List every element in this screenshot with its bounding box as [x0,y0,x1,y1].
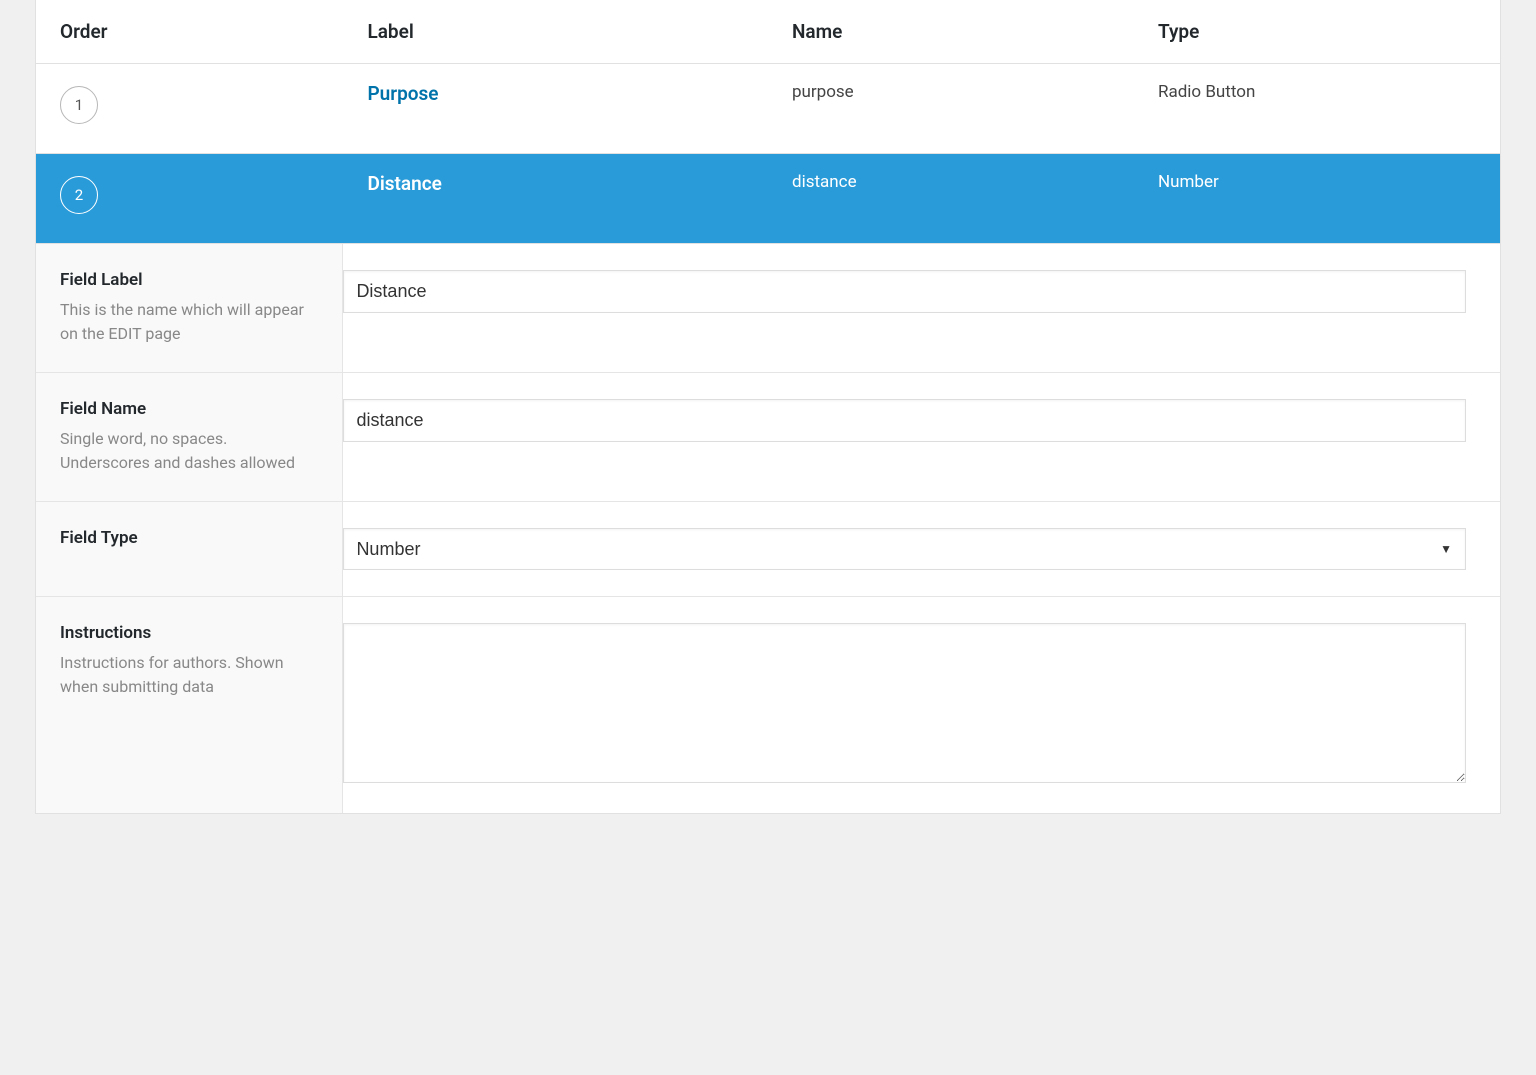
header-name: Name [768,0,1134,63]
header-order: Order [36,0,343,63]
setting-desc: Single word, no spaces. Underscores and … [60,427,318,475]
setting-desc: This is the name which will appear on th… [60,298,318,346]
instructions-textarea[interactable] [343,623,1466,783]
setting-title: Instructions [60,623,318,643]
header-type: Type [1134,0,1500,63]
label-cell: Distance [343,154,768,213]
setting-field-name-row: Field Name Single word, no spaces. Under… [36,373,1500,502]
setting-instructions-row: Instructions Instructions for authors. S… [36,597,1500,813]
field-name-text: purpose [792,82,854,102]
setting-label-col: Field Label This is the name which will … [36,244,343,372]
setting-label-col: Instructions Instructions for authors. S… [36,597,343,813]
setting-input-col [343,373,1500,501]
field-type-text: Number [1158,172,1219,192]
setting-input-col: Number ▼ [343,502,1500,596]
setting-label-col: Field Type [36,502,343,596]
label-cell: Purpose [343,64,768,123]
field-name-text: distance [792,172,857,192]
field-type-text: Radio Button [1158,82,1255,102]
order-handle-icon[interactable]: 1 [60,86,98,124]
setting-title: Field Name [60,399,318,419]
header-label: Label [343,0,768,63]
type-cell: Number [1134,154,1500,210]
field-name-input[interactable] [343,399,1466,442]
fields-table-header: Order Label Name Type [36,0,1500,64]
setting-desc: Instructions for authors. Shown when sub… [60,651,318,699]
setting-field-type-row: Field Type Number ▼ [36,502,1500,597]
order-cell: 1 [36,64,343,142]
type-cell: Radio Button [1134,64,1500,120]
field-label-link[interactable]: Distance [367,172,441,195]
setting-input-col [343,597,1500,813]
field-row-distance[interactable]: 2 Distance distance Number [36,154,1500,244]
field-label-link[interactable]: Purpose [367,82,438,105]
name-cell: distance [768,154,1134,210]
field-label-input[interactable] [343,270,1466,313]
field-group-container: Order Label Name Type 1 Purpose purpose … [35,0,1501,814]
order-handle-icon[interactable]: 2 [60,176,98,214]
setting-input-col [343,244,1500,372]
name-cell: purpose [768,64,1134,120]
order-cell: 2 [36,154,343,232]
setting-title: Field Type [60,528,318,548]
setting-label-col: Field Name Single word, no spaces. Under… [36,373,343,501]
setting-title: Field Label [60,270,318,290]
field-type-select[interactable]: Number [343,528,1466,570]
field-row-purpose[interactable]: 1 Purpose purpose Radio Button [36,64,1500,154]
setting-field-label-row: Field Label This is the name which will … [36,244,1500,373]
